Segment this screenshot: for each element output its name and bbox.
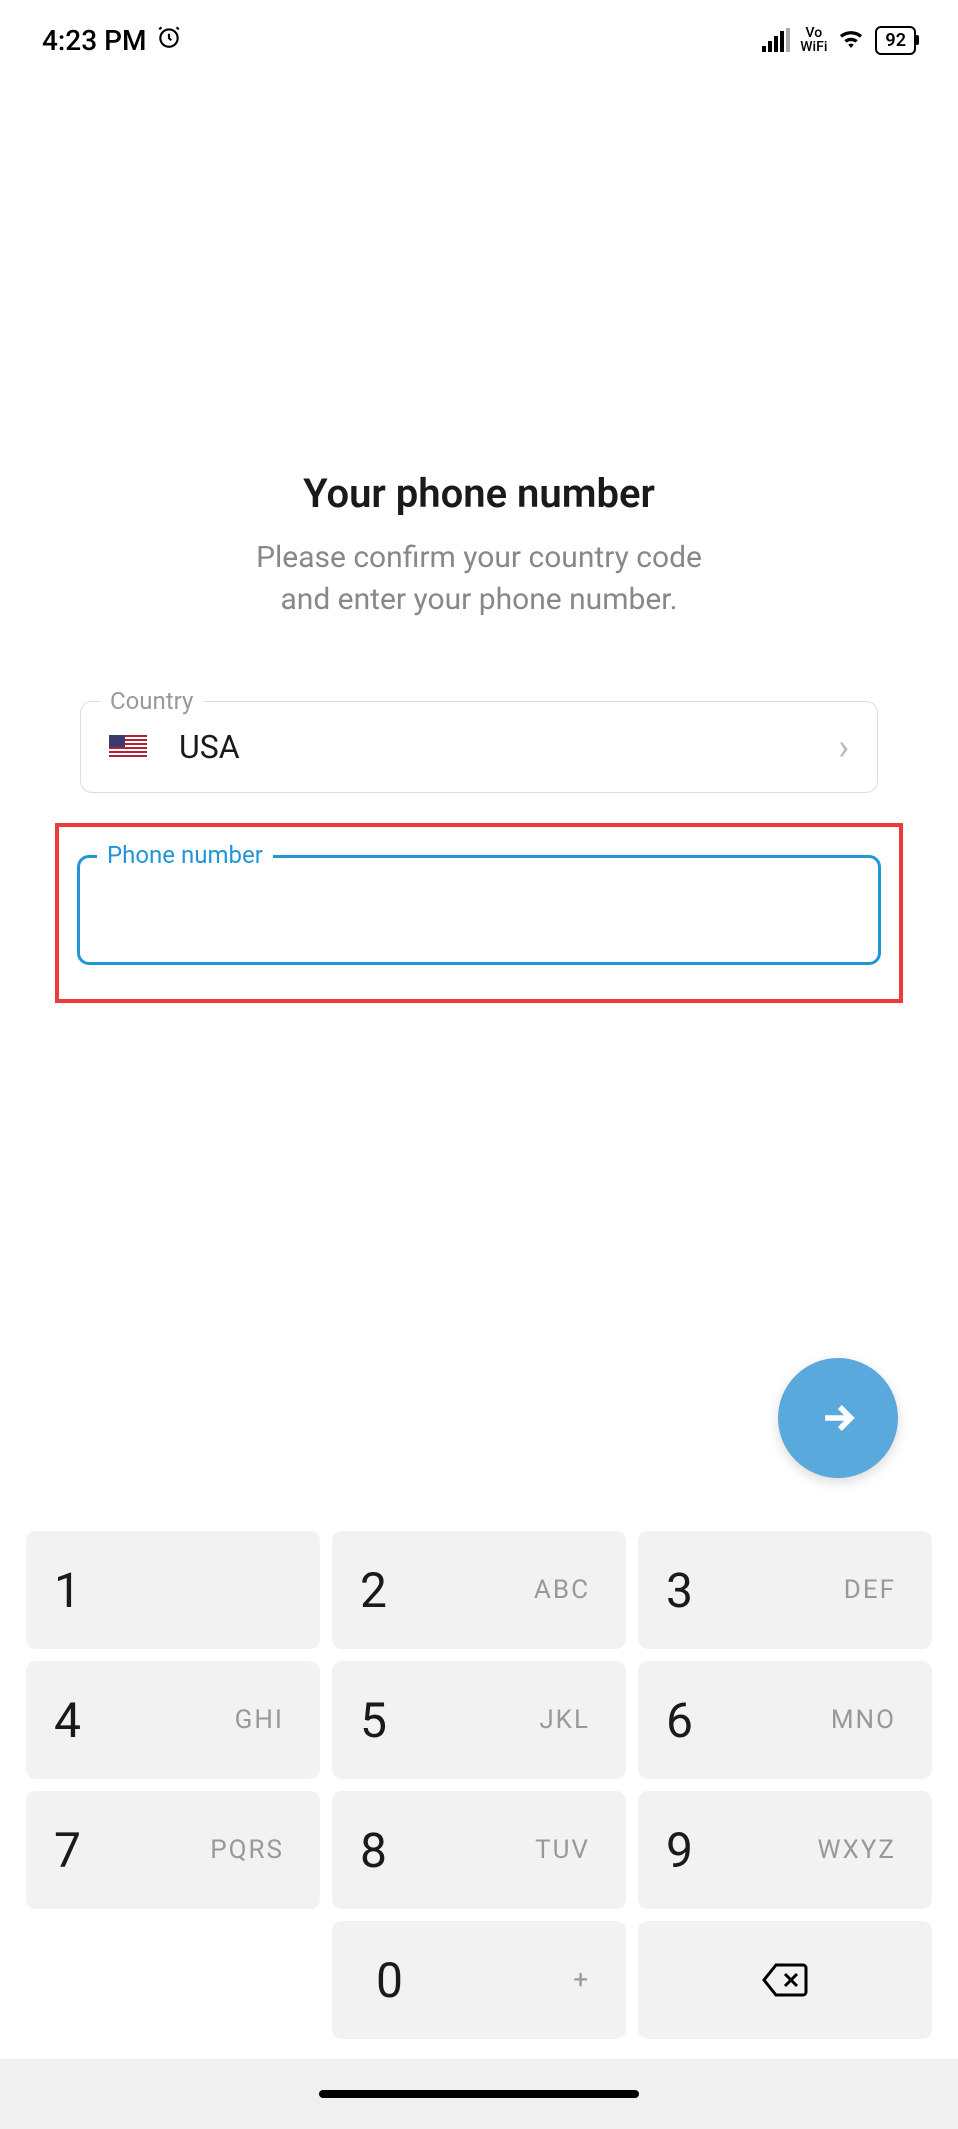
- wifi-icon: [837, 28, 865, 52]
- key-9[interactable]: 9 WXYZ: [638, 1791, 932, 1909]
- key-7[interactable]: 7 PQRS: [26, 1791, 320, 1909]
- country-name: USA: [179, 728, 240, 766]
- content-area: Your phone number Please confirm your co…: [0, 70, 958, 1003]
- navigation-bar: [0, 2059, 958, 2129]
- key-2-letters: ABC: [534, 1575, 590, 1605]
- key-0-num: 0: [376, 1952, 416, 2009]
- phone-input[interactable]: [77, 855, 881, 965]
- country-field-wrapper: Country USA ›: [80, 701, 878, 793]
- key-5-letters: JKL: [539, 1705, 590, 1735]
- key-9-num: 9: [666, 1822, 706, 1879]
- key-backspace[interactable]: [638, 1921, 932, 2039]
- key-1-num: 1: [54, 1562, 94, 1619]
- key-7-letters: PQRS: [210, 1835, 284, 1865]
- key-4-num: 4: [54, 1692, 94, 1749]
- arrow-right-icon: [816, 1396, 860, 1440]
- key-3-num: 3: [666, 1562, 706, 1619]
- signal-icon: [762, 28, 790, 52]
- country-left: USA: [109, 728, 240, 766]
- numeric-keypad: 1 2 ABC 3 DEF 4 GHI 5 JKL 6 MNO 7 PQRS 8…: [0, 1531, 958, 2039]
- vowifi-label: Vo WiFi: [800, 26, 827, 54]
- status-right: Vo WiFi 92: [762, 26, 916, 55]
- key-2-num: 2: [360, 1562, 400, 1619]
- home-indicator[interactable]: [319, 2090, 639, 2098]
- alarm-icon: [156, 24, 182, 57]
- page-subtitle: Please confirm your country code and ent…: [0, 537, 958, 621]
- key-3-letters: DEF: [844, 1575, 896, 1605]
- key-7-num: 7: [54, 1822, 94, 1879]
- key-3[interactable]: 3 DEF: [638, 1531, 932, 1649]
- country-label: Country: [100, 687, 203, 715]
- key-8[interactable]: 8 TUV: [332, 1791, 626, 1909]
- chevron-right-icon: ›: [838, 726, 849, 768]
- key-8-letters: TUV: [535, 1835, 590, 1865]
- key-blank: [26, 1921, 320, 2039]
- backspace-icon: [761, 1962, 809, 1998]
- key-9-letters: WXYZ: [817, 1835, 896, 1865]
- subtitle-line2: and enter your phone number.: [280, 582, 677, 617]
- continue-button[interactable]: [778, 1358, 898, 1478]
- status-time: 4:23 PM: [42, 24, 146, 57]
- battery-level: 92: [885, 30, 906, 51]
- key-4-letters: GHI: [235, 1705, 284, 1735]
- highlight-box: Phone number: [55, 823, 903, 1003]
- status-left: 4:23 PM: [42, 24, 182, 57]
- key-1[interactable]: 1: [26, 1531, 320, 1649]
- phone-field-wrapper: Phone number: [77, 855, 881, 965]
- battery-indicator: 92: [875, 26, 916, 55]
- status-bar: 4:23 PM Vo WiFi 92: [0, 0, 958, 70]
- key-4[interactable]: 4 GHI: [26, 1661, 320, 1779]
- page-title: Your phone number: [0, 470, 958, 517]
- vowifi-bottom: WiFi: [800, 40, 827, 54]
- key-6[interactable]: 6 MNO: [638, 1661, 932, 1779]
- key-8-num: 8: [360, 1822, 400, 1879]
- phone-label: Phone number: [97, 841, 273, 869]
- key-0[interactable]: 0 +: [332, 1921, 626, 2039]
- key-5-num: 5: [360, 1692, 400, 1749]
- key-5[interactable]: 5 JKL: [332, 1661, 626, 1779]
- key-2[interactable]: 2 ABC: [332, 1531, 626, 1649]
- key-0-letters: +: [573, 1965, 590, 1995]
- key-6-num: 6: [666, 1692, 706, 1749]
- subtitle-line1: Please confirm your country code: [256, 540, 702, 575]
- key-6-letters: MNO: [831, 1705, 896, 1735]
- vowifi-top: Vo: [800, 26, 827, 40]
- usa-flag-icon: [109, 735, 147, 759]
